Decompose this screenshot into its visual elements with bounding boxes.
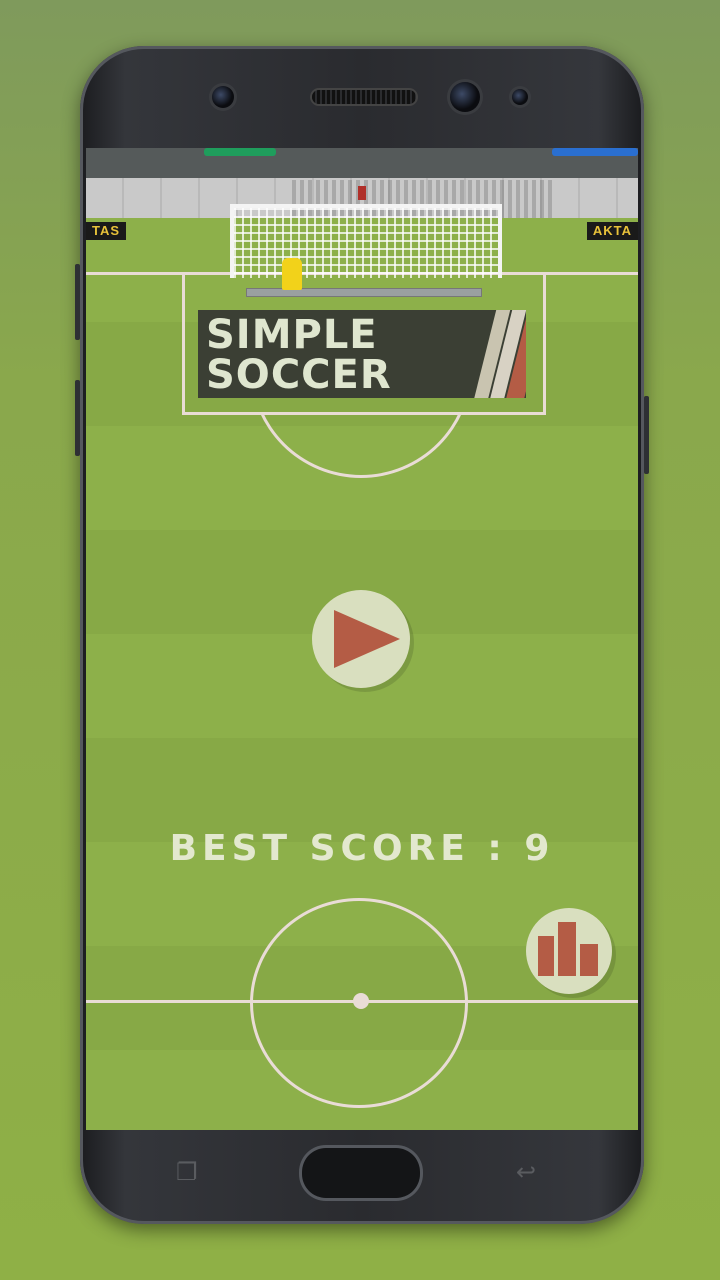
ad-board-left-text: TAS	[92, 223, 121, 238]
spectator	[358, 186, 366, 200]
game-screen[interactable]: TAS AKTA SIMPLE SOCCER BEST SCORE : 9	[86, 148, 638, 1130]
home-button[interactable]	[302, 1148, 420, 1198]
recent-apps-icon[interactable]: ❐	[176, 1158, 198, 1186]
leaderboard-bar	[538, 936, 554, 976]
goal-crossbar-shadow	[246, 288, 482, 297]
ad-board-right: AKTA	[586, 222, 638, 240]
ad-board-left: TAS	[86, 222, 127, 240]
leaderboard-button[interactable]	[526, 908, 612, 994]
car	[204, 148, 276, 156]
earpiece-speaker	[312, 90, 416, 104]
front-camera-icon	[450, 82, 480, 112]
power-button	[644, 396, 649, 474]
goal-net	[230, 204, 502, 278]
iris-sensor-icon	[512, 89, 528, 105]
leaderboard-bar	[558, 922, 576, 976]
ad-board-right-text: AKTA	[592, 223, 632, 238]
volume-button	[75, 380, 80, 456]
back-icon[interactable]: ↩	[516, 1158, 536, 1186]
sensor-icon	[212, 86, 234, 108]
play-button[interactable]	[312, 590, 410, 688]
best-score-label: BEST SCORE : 9	[169, 828, 555, 869]
car	[552, 148, 638, 156]
logo-title-line2: SOCCER	[206, 352, 392, 398]
leaderboard-bar	[580, 944, 598, 976]
volume-button	[75, 264, 80, 340]
play-icon	[334, 610, 400, 668]
game-logo: SIMPLE SOCCER	[198, 310, 526, 398]
center-spot	[353, 993, 369, 1009]
goalkeeper	[282, 258, 302, 290]
